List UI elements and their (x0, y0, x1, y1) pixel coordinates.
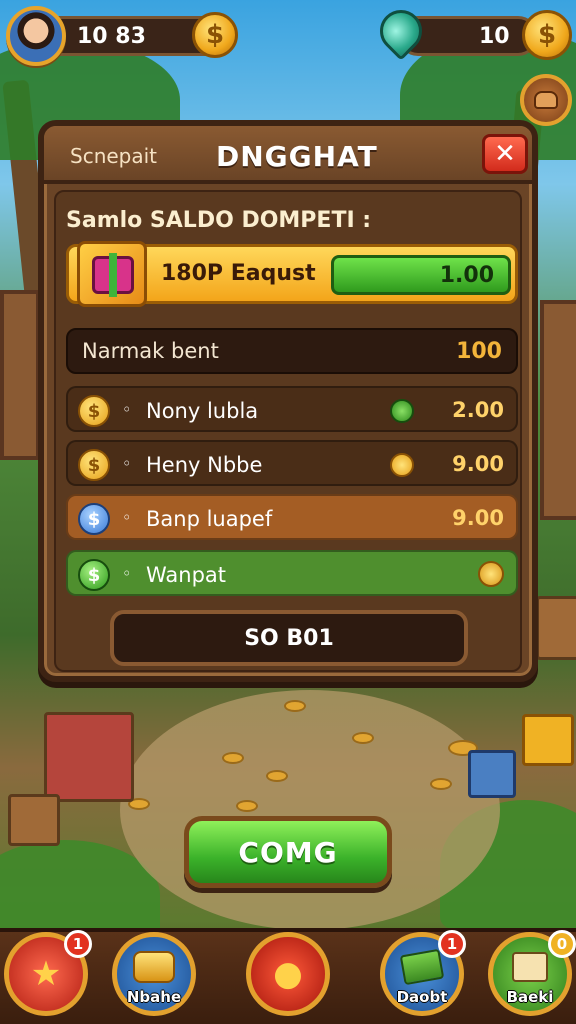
player-avatar[interactable] (6, 6, 66, 66)
nav-label: Daobt (396, 988, 448, 1006)
offer-row[interactable]: 180P Eaqust 1.00 (66, 241, 518, 307)
row-bullet: ◦ (122, 400, 132, 419)
blue-block (468, 750, 516, 798)
panel-header-tab[interactable]: Scnepait (70, 144, 157, 168)
row-name: Banp luapef (146, 507, 273, 531)
close-button[interactable]: ✕ (482, 134, 528, 174)
table-row[interactable]: $ ◦ Heny Nbbe 9.00 (66, 440, 518, 486)
offer-label: 180P Eaqust (161, 261, 316, 286)
coin-balance-value: 10 83 (77, 23, 146, 49)
cards-icon (512, 952, 548, 982)
currency-symbol: $ (537, 20, 557, 50)
nav-label: Baeki (506, 988, 554, 1006)
row-bullet: ◦ (122, 508, 132, 527)
primary-action-button[interactable]: COMG (184, 816, 392, 888)
table-row[interactable]: $ ◦ Wanpat (66, 550, 518, 596)
table-header-label: Narmak bent (82, 339, 219, 363)
dirt-path (120, 690, 500, 930)
gold-coin-icon: $ (78, 449, 110, 481)
coin-bag-icon: ● (273, 954, 303, 994)
notification-badge: 1 (64, 930, 92, 958)
coin-decoration (266, 770, 288, 782)
hut (540, 300, 576, 520)
offer-value-button[interactable]: 1.00 (331, 255, 511, 295)
cash-icon (399, 948, 445, 986)
row-name: Nony lubla (146, 399, 259, 423)
green-coin-icon (390, 399, 414, 423)
total-bar: SO B01 (110, 610, 468, 666)
star-icon: ★ (30, 954, 62, 994)
table-row[interactable]: $ ◦ Nony lubla 2.00 (66, 386, 518, 432)
coin-icon: $ (192, 12, 238, 58)
total-value: SO B01 (244, 625, 334, 651)
row-bullet: ◦ (122, 564, 132, 583)
table-header: Narmak bent 100 (66, 328, 518, 374)
notification-badge: 0 (548, 930, 576, 958)
treasure-chest (44, 712, 134, 802)
blue-coin-icon: $ (78, 503, 110, 535)
gold-coin-icon: $ (78, 395, 110, 427)
nav-label: Nbahe (126, 988, 182, 1006)
notification-badge: 1 (438, 930, 466, 958)
row-name: Wanpat (146, 563, 227, 587)
primary-action-label: COMG (238, 835, 338, 869)
coin-stack-icon (133, 951, 175, 983)
coin-decoration (222, 752, 244, 764)
row-bullet: ◦ (122, 454, 132, 473)
panel-header: Scnepait DNGGHAT ✕ (44, 126, 532, 184)
gift-box-icon (77, 241, 147, 307)
crate (8, 794, 60, 846)
green-coin-icon: $ (78, 559, 110, 591)
row-value: 2.00 (452, 398, 504, 422)
hut (0, 290, 40, 460)
nav-shop[interactable]: ● (246, 932, 330, 1016)
row-name: Heny Nbbe (146, 453, 263, 477)
coin-decoration (236, 800, 258, 812)
row-value: 9.00 (452, 452, 504, 476)
add-currency-button[interactable]: $ (522, 10, 572, 60)
row-value: 9.00 (452, 506, 504, 530)
table-header-value: 100 (456, 338, 502, 364)
table-row[interactable]: $ ◦ Banp luapef 9.00 (66, 494, 518, 540)
offer-value: 1.00 (439, 262, 494, 288)
close-icon: ✕ (494, 139, 516, 169)
gold-block (522, 714, 574, 766)
gold-coin-icon (478, 561, 504, 587)
crate (536, 596, 576, 660)
treasure-bag-icon (534, 91, 558, 109)
panel-title: DNGGHAT (216, 140, 378, 173)
settings-button[interactable] (520, 74, 572, 126)
coin-decoration (352, 732, 374, 744)
gold-coin-icon (390, 453, 414, 477)
gem-balance-value: 10 (479, 23, 510, 49)
wallet-panel: Scnepait DNGGHAT ✕ Samlo SALDO DOMPETI :… (38, 120, 538, 682)
coin-decoration (430, 778, 452, 790)
coin-symbol: $ (205, 20, 225, 50)
coin-decoration (284, 700, 306, 712)
section-title: Samlo SALDO DOMPETI : (66, 208, 372, 233)
